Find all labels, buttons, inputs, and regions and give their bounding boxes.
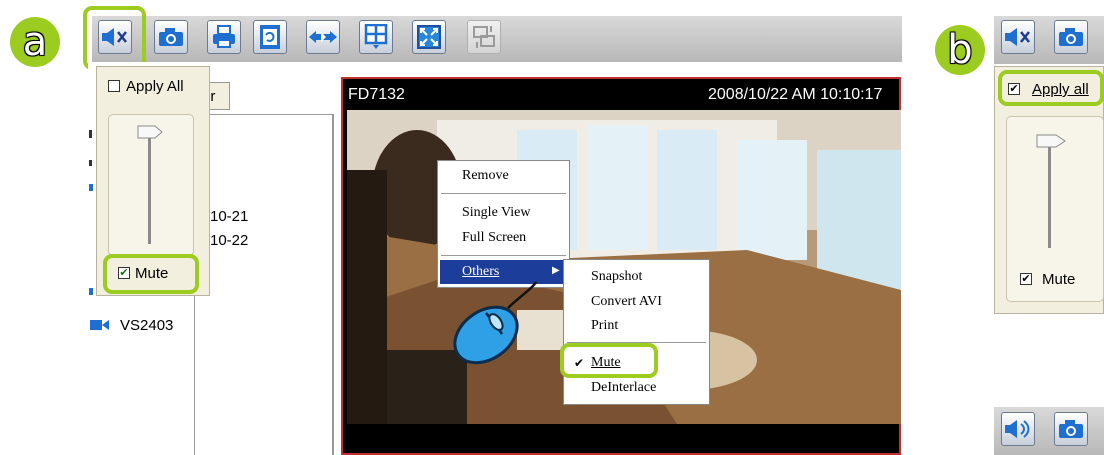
label-badge-a: a	[10, 17, 60, 67]
camera-name: FD7132	[348, 86, 405, 103]
submenu-item-snapshot[interactable]: Snapshot	[591, 269, 642, 285]
camera-icon	[159, 28, 183, 46]
submenu-arrow-icon: ▶	[552, 265, 560, 276]
layout-button[interactable]	[359, 20, 393, 54]
speaker-on-icon	[1005, 420, 1030, 438]
apply-all-label-a: Apply All	[126, 78, 184, 95]
highlight-submenu-mute	[560, 343, 658, 378]
apply-all-box-a	[108, 80, 120, 92]
refresh-film-icon	[260, 25, 280, 49]
camera-icon	[1059, 28, 1083, 46]
snapshot-button[interactable]	[154, 20, 188, 54]
device-label: VS2403	[120, 317, 174, 334]
submenu-item-print[interactable]: Print	[591, 318, 618, 334]
menu-item-full-screen[interactable]: Full Screen	[462, 230, 526, 246]
speaker-mute-icon	[1005, 28, 1030, 46]
submenu-item-convert-avi[interactable]: Convert AVI	[591, 294, 662, 310]
toggle-button[interactable]	[306, 20, 340, 54]
menu-item-remove[interactable]: Remove	[462, 168, 509, 184]
snapshot-button-b[interactable]	[1054, 20, 1088, 54]
list-item[interactable]: 10-21	[210, 208, 248, 225]
submenu-item-deinterlace[interactable]: DeInterlace	[591, 380, 656, 396]
highlight-mute-button	[83, 6, 146, 70]
label-badge-b: b	[935, 25, 985, 75]
list-marker	[89, 160, 92, 166]
arrows-icon	[309, 31, 337, 43]
mute-box-b: ✔	[1020, 272, 1032, 285]
mute-button-b[interactable]	[1001, 20, 1035, 54]
network-icon	[473, 26, 495, 48]
camera-icon	[1059, 420, 1083, 438]
printer-icon	[213, 25, 235, 48]
volume-slider-line-b	[1048, 140, 1051, 248]
snapshot-button-c[interactable]	[1054, 412, 1088, 446]
deinterlace-button[interactable]	[253, 20, 287, 54]
grid-layout-icon	[364, 24, 388, 49]
list-marker	[89, 184, 93, 191]
video-timestamp: 2008/10/22 AM 10:10:17	[708, 86, 883, 103]
connect-button[interactable]	[467, 20, 501, 54]
highlight-mute-checkbox-a	[103, 254, 199, 294]
mouse-icon	[453, 281, 538, 365]
video-server-icon	[90, 320, 109, 330]
menu-item-others-label: Others	[462, 264, 500, 279]
volume-slider-thumb-a[interactable]	[137, 125, 163, 139]
list-marker	[89, 288, 93, 295]
volume-slider-line-a	[148, 130, 151, 244]
menu-separator	[441, 193, 566, 194]
list-marker	[89, 130, 92, 138]
volume-slider-thumb-b[interactable]	[1036, 134, 1066, 148]
sound-button[interactable]	[1001, 412, 1035, 446]
left-list-border	[194, 114, 334, 455]
print-button[interactable]	[207, 20, 241, 54]
menu-separator	[441, 255, 566, 256]
fullscreen-icon	[417, 25, 441, 49]
list-item[interactable]: 10-22	[210, 232, 248, 249]
menu-item-single-view[interactable]: Single View	[462, 205, 531, 221]
highlight-apply-all-b	[998, 70, 1104, 106]
mute-label-b: Mute	[1042, 271, 1076, 288]
full-screen-button[interactable]	[412, 20, 446, 54]
